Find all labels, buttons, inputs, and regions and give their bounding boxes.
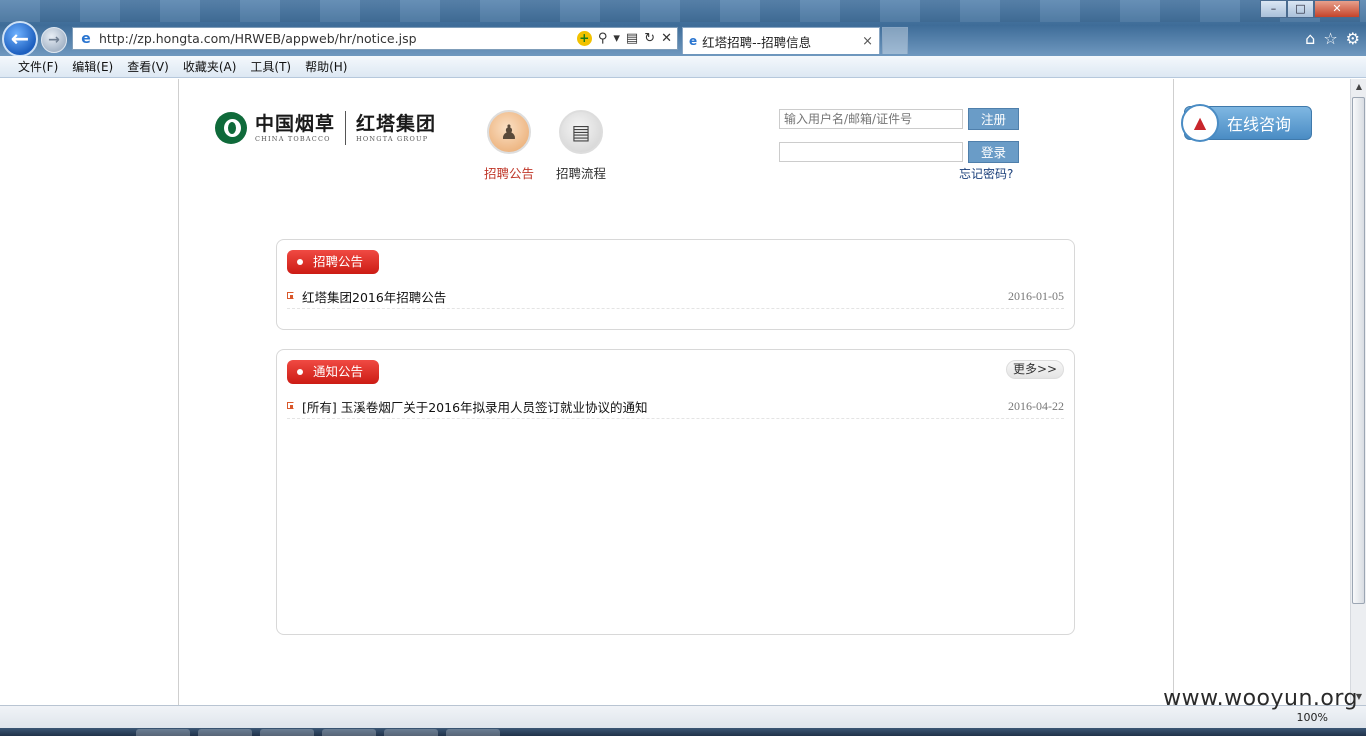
close-window-button[interactable]: ✕ (1314, 0, 1360, 18)
general-notice-panel: 通知公告 更多>> [所有] 玉溪卷烟厂关于2016年拟录用人员签订就业协议的通… (276, 349, 1075, 635)
refresh-icon[interactable]: ↻ (644, 31, 655, 46)
new-tab-button[interactable] (882, 27, 908, 54)
nav-recruit-notice[interactable]: ♟ 招聘公告 (484, 110, 534, 182)
more-button[interactable]: 更多>> (1006, 360, 1064, 379)
site-logo[interactable]: 中国烟草 CHINA TOBACCO 红塔集团 HONGTA GROUP (215, 111, 436, 145)
logo-en-text-1: CHINA TOBACCO (255, 135, 331, 143)
compat-view-icon[interactable]: ▤ (626, 31, 638, 46)
add-favorite-icon[interactable]: + (576, 31, 592, 46)
list-item-title[interactable]: 红塔集团2016年招聘公告 (302, 287, 1008, 306)
logo-divider (345, 111, 347, 145)
browser-titlebar: ← → e http://zp.hongta.com/HRWEB/appweb/… (0, 0, 1366, 57)
minimize-button[interactable]: – (1260, 0, 1287, 18)
menu-help[interactable]: 帮助(H) (305, 58, 347, 75)
menu-bar: 文件(F) 编辑(E) 查看(V) 收藏夹(A) 工具(T) 帮助(H) (0, 56, 1366, 78)
tab-close-icon[interactable]: × (862, 34, 873, 49)
browser-right-tools: ⌂ ☆ ⚙ (1305, 29, 1360, 48)
back-arrow-icon[interactable]: ← (2, 21, 38, 57)
logo-cn-text-2: 红塔集团 (356, 113, 437, 135)
login-button[interactable]: 登录 (968, 141, 1019, 163)
menu-favorites[interactable]: 收藏夹(A) (183, 58, 237, 75)
list-item[interactable]: 红塔集团2016年招聘公告 2016-01-05 (287, 285, 1064, 309)
page-container: 中国烟草 CHINA TOBACCO 红塔集团 HONGTA GROUP ♟ 招… (178, 79, 1174, 705)
browser-tab-active[interactable]: e 红塔招聘--招聘信息 × (682, 27, 880, 54)
favorites-star-icon[interactable]: ☆ (1323, 29, 1337, 48)
blurred-background-tabs (0, 0, 1366, 22)
address-bar[interactable]: e http://zp.hongta.com/HRWEB/appweb/hr/n… (72, 27, 678, 50)
menu-view[interactable]: 查看(V) (127, 58, 169, 75)
panel-title-notice: 通知公告 (287, 360, 379, 384)
lighthouse-icon: ▲ (1181, 104, 1219, 142)
nav-recruit-process[interactable]: ▤ 招聘流程 (556, 110, 606, 182)
stop-icon[interactable]: ✕ (661, 31, 672, 46)
maximize-button[interactable]: □ (1287, 0, 1314, 18)
logo-cn-text-1: 中国烟草 (255, 113, 336, 135)
logo-hongta-group: 红塔集团 HONGTA GROUP (356, 113, 436, 143)
home-icon[interactable]: ⌂ (1305, 29, 1315, 48)
settings-gear-icon[interactable]: ⚙ (1346, 29, 1360, 48)
zoom-level[interactable]: 100% (1297, 711, 1328, 724)
bullet-icon (287, 292, 294, 299)
watermark-text: www.wooyun.org (1163, 686, 1358, 711)
nav-recruit-notice-label: 招聘公告 (484, 166, 535, 181)
logo-en-text-2: HONGTA GROUP (356, 135, 429, 143)
page-viewport: 中国烟草 CHINA TOBACCO 红塔集团 HONGTA GROUP ♟ 招… (0, 79, 1350, 705)
list-document-icon: ▤ (559, 110, 603, 154)
list-item-title[interactable]: [所有] 玉溪卷烟厂关于2016年拟录用人员签订就业协议的通知 (302, 397, 1008, 416)
password-input[interactable] (779, 142, 963, 162)
online-consult-label: 在线咨询 (1227, 115, 1292, 134)
china-tobacco-logo-icon (215, 112, 247, 144)
ie-tab-icon: e (689, 34, 698, 48)
dropdown-arrow-icon[interactable]: ▾ (613, 31, 620, 46)
list-item-date: 2016-01-05 (1008, 289, 1064, 303)
scroll-up-arrow-icon[interactable]: ▲ (1351, 79, 1366, 95)
menu-file[interactable]: 文件(F) (18, 58, 58, 75)
windows-taskbar (0, 728, 1366, 737)
ie-logo-icon: e (81, 30, 91, 47)
tab-title: 红塔招聘--招聘信息 (702, 34, 812, 50)
address-tools: + ⚲ ▾ ▤ ↻ ✕ (576, 31, 677, 46)
nav-recruit-process-label: 招聘流程 (556, 166, 607, 181)
search-icon[interactable]: ⚲ (598, 31, 608, 46)
bullet-icon (287, 402, 294, 409)
status-bar: 100% (0, 705, 1366, 728)
recruit-notice-panel: 招聘公告 红塔集团2016年招聘公告 2016-01-05 (276, 239, 1075, 330)
forward-arrow-icon[interactable]: → (41, 27, 67, 53)
window-controls: – □ ✕ (1260, 0, 1360, 18)
list-item[interactable]: [所有] 玉溪卷烟厂关于2016年拟录用人员签订就业协议的通知 2016-04-… (287, 395, 1064, 419)
vertical-scrollbar[interactable]: ▲ ▼ (1350, 79, 1366, 705)
scroll-thumb[interactable] (1352, 97, 1365, 604)
menu-edit[interactable]: 编辑(E) (72, 58, 113, 75)
panel-title-recruit: 招聘公告 (287, 250, 379, 274)
logo-china-tobacco: 中国烟草 CHINA TOBACCO (255, 113, 335, 143)
username-input[interactable] (779, 109, 963, 129)
list-item-date: 2016-04-22 (1008, 399, 1064, 413)
forgot-password-link[interactable]: 忘记密码? (959, 165, 1013, 182)
online-consult-button[interactable]: ▲ 在线咨询 (1181, 104, 1312, 142)
menu-tools[interactable]: 工具(T) (250, 58, 291, 75)
register-button[interactable]: 注册 (968, 108, 1019, 130)
person-icon: ♟ (487, 110, 531, 154)
url-text[interactable]: http://zp.hongta.com/HRWEB/appweb/hr/not… (99, 31, 577, 46)
